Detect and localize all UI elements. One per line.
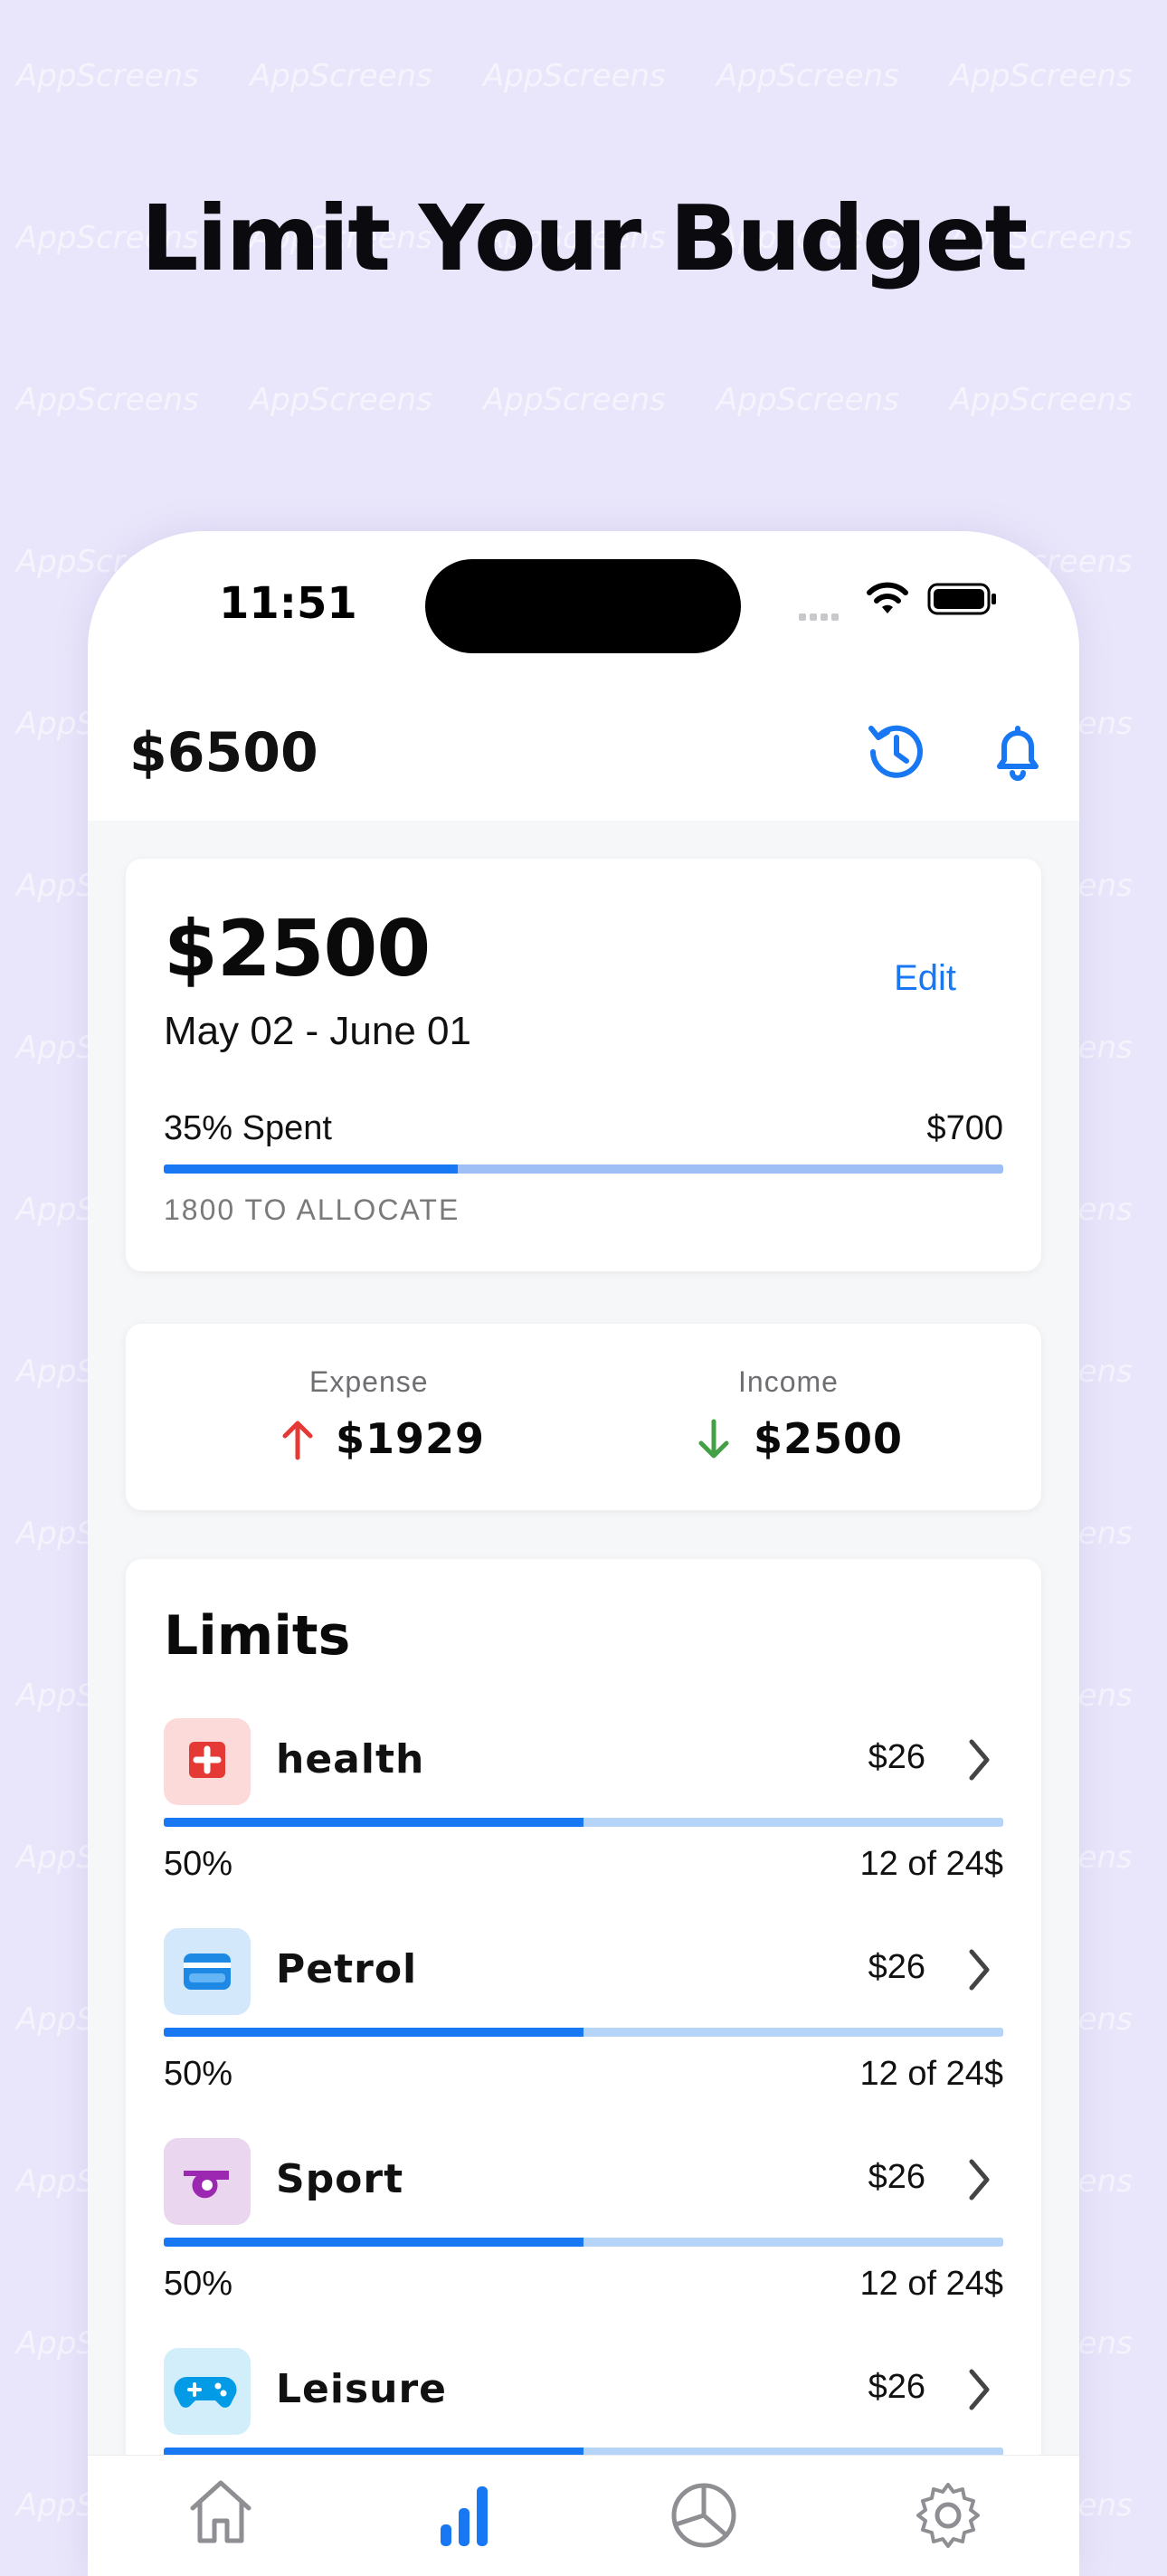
watermark-text: AppScreens	[250, 382, 432, 418]
budget-progress-fill	[164, 1164, 458, 1174]
limit-progress-bar	[164, 2028, 1003, 2037]
limits-card: Limits health $26 50% 12 of 24$ Petrol $…	[126, 1559, 1041, 2576]
allocate-label: 1800 TO ALLOCATE	[164, 1193, 460, 1226]
pie-chart-icon[interactable]	[663, 2468, 745, 2550]
limit-name: health	[276, 1736, 425, 1782]
income-label: Income	[738, 1365, 839, 1398]
limit-progress-text: 12 of 24$	[859, 1845, 1003, 1883]
watermark-text: AppScreens	[250, 58, 432, 94]
chevron-right-icon	[969, 1739, 990, 1781]
budget-amount: $2500	[164, 904, 431, 994]
main-content[interactable]: $2500 May 02 - June 01 Edit 35% Spent $7…	[88, 821, 1079, 2576]
budget-period: May 02 - June 01	[164, 1009, 471, 1053]
app-header: $6500	[88, 685, 1079, 821]
home-icon[interactable]	[180, 2468, 261, 2550]
dynamic-island	[425, 559, 741, 653]
medical-cross-icon	[164, 1718, 251, 1805]
whistle-icon	[164, 2138, 251, 2225]
settings-icon[interactable]	[907, 2468, 989, 2550]
watermark-text: AppScreens	[950, 382, 1133, 418]
budget-progress-bar	[164, 1164, 1003, 1174]
limit-percent: 50%	[164, 2265, 233, 2303]
limit-progress-bar	[164, 1818, 1003, 1827]
expense-label: Expense	[309, 1365, 429, 1398]
watermark-text: AppScreens	[16, 382, 199, 418]
watermark-text: AppScreens	[716, 58, 899, 94]
edit-button[interactable]: Edit	[894, 958, 956, 999]
wallet-icon	[164, 1928, 251, 2015]
stats-icon[interactable]	[422, 2468, 504, 2550]
chevron-right-icon	[969, 2159, 990, 2201]
limit-progress-bar	[164, 2238, 1003, 2247]
arrow-down-icon	[698, 1419, 729, 1459]
limit-progress-text: 12 of 24$	[859, 2055, 1003, 2093]
limit-percent: 50%	[164, 1845, 233, 1883]
limits-title: Limits	[164, 1604, 351, 1668]
arrow-up-icon	[282, 1421, 313, 1460]
history-icon[interactable]	[860, 716, 933, 788]
limit-percent: 50%	[164, 2055, 233, 2093]
status-time: 11:51	[219, 578, 357, 629]
limit-progress-text: 12 of 24$	[859, 2265, 1003, 2303]
expense-value: $1929	[336, 1414, 486, 1463]
signal-icon	[799, 609, 842, 625]
limit-name: Petrol	[276, 1946, 418, 1992]
watermark-text: AppScreens	[483, 58, 666, 94]
chevron-right-icon	[969, 2369, 990, 2410]
limit-progress-fill	[164, 2028, 584, 2037]
limit-name: Leisure	[276, 2366, 448, 2412]
gamepad-icon	[164, 2348, 251, 2435]
watermark-text: AppScreens	[16, 58, 199, 94]
watermark-text: AppScreens	[483, 382, 666, 418]
limit-row[interactable]: Petrol $26 50% 12 of 24$	[126, 1928, 1041, 2138]
battery-icon	[927, 583, 996, 615]
chevron-right-icon	[969, 1949, 990, 1991]
limit-progress-fill	[164, 1818, 584, 1827]
limit-amount: $26	[868, 1738, 925, 1776]
headline: Limit Your Budget	[140, 185, 1029, 291]
bell-icon[interactable]	[982, 716, 1054, 788]
wifi-icon	[867, 582, 908, 613]
limit-amount: $26	[868, 2368, 925, 2406]
spent-label: 35% Spent	[164, 1109, 332, 1147]
limit-row[interactable]: Sport $26 50% 12 of 24$	[126, 2138, 1041, 2348]
watermark-text: AppScreens	[950, 58, 1133, 94]
budget-card: $2500 May 02 - June 01 Edit 35% Spent $7…	[126, 859, 1041, 1271]
income-value: $2500	[754, 1414, 904, 1463]
limit-progress-fill	[164, 2238, 584, 2247]
tab-bar	[88, 2455, 1079, 2576]
phone-frame: 11:51 $6500 $2500 May 02 - June 01 Edit …	[88, 531, 1079, 2576]
limit-amount: $26	[868, 1948, 925, 1986]
status-bar: 11:51	[88, 531, 1079, 685]
limit-row[interactable]: health $26 50% 12 of 24$	[126, 1718, 1041, 1928]
total-balance: $6500	[129, 721, 318, 784]
limit-amount: $26	[868, 2158, 925, 2196]
limit-name: Sport	[276, 2156, 404, 2202]
watermark-text: AppScreens	[716, 382, 899, 418]
cashflow-card: Expense $1929 Income $2500	[126, 1324, 1041, 1510]
spent-amount: $700	[926, 1109, 1003, 1147]
